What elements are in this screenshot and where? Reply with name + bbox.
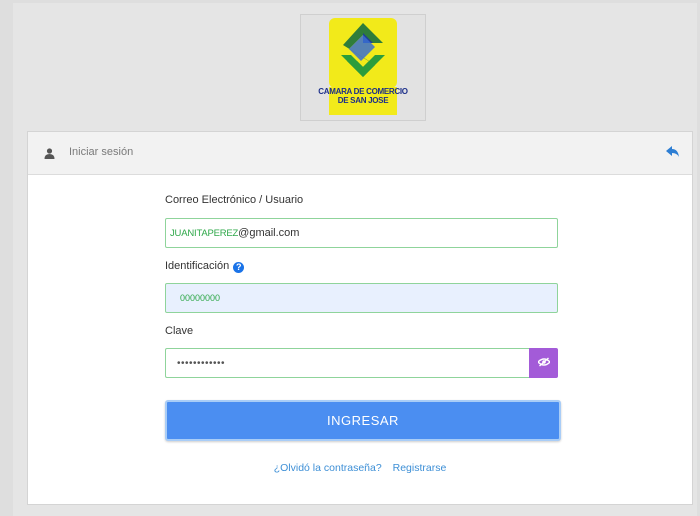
password-field[interactable]: •••••••••••• [165,348,529,378]
email-label: Correo Electrónico / Usuario [165,194,304,206]
login-button[interactable]: INGRESAR [165,400,561,441]
email-domain-text: @gmail.com [238,227,300,239]
card-header: Iniciar sesión [28,132,692,175]
show-password-button[interactable] [529,348,558,378]
email-user-text: JUANITAPEREZ [170,227,239,239]
logo-text-line1: CAMARA DE COMERCIO [318,87,408,96]
forgot-password-link[interactable]: ¿Olvidó la contraseña? [274,462,382,474]
login-card: Iniciar sesión Correo Electrónico / Usua… [27,131,693,505]
user-icon [44,146,55,164]
reply-arrow-icon[interactable] [666,145,680,163]
chamber-logo: CAMARA DE COMERCIO DE SAN JOSE [300,14,426,121]
password-label: Clave [165,325,194,337]
id-label: Identificación? [165,260,245,273]
info-icon[interactable]: ? [233,262,245,273]
logo-text-line2: DE SAN JOSE [337,96,389,105]
identification-field[interactable]: 00000000 [165,283,558,313]
eye-slash-icon [536,354,551,372]
password-group: •••••••••••• [165,348,558,378]
email-field[interactable]: JUANITAPEREZ @gmail.com [165,218,558,248]
id-label-text: Identificación [165,260,230,272]
header-title: Iniciar sesión [69,146,134,158]
register-link[interactable]: Registrarse [393,462,447,474]
auth-links: ¿Olvidó la contraseña? Registrarse [28,462,692,474]
